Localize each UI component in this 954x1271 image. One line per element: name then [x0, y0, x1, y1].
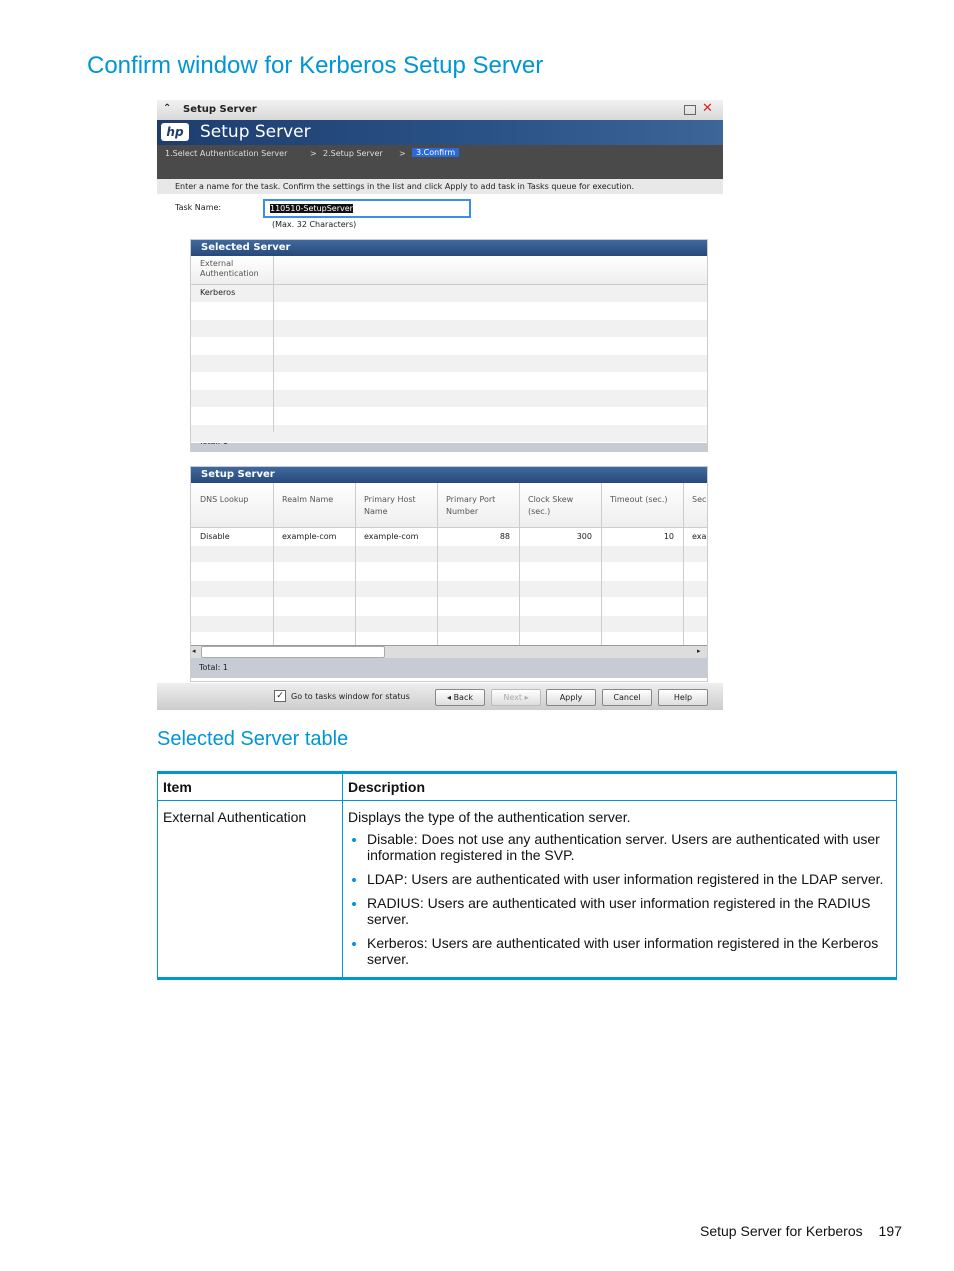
- scroll-left-icon[interactable]: ◂: [192, 647, 196, 655]
- task-name-hint: (Max. 32 Characters): [272, 220, 357, 229]
- selected-server-grid: Selected Server External Authentication …: [190, 239, 708, 452]
- close-icon[interactable]: ✕: [702, 101, 713, 116]
- grid-title: Setup Server: [191, 467, 707, 483]
- help-button[interactable]: Help: [658, 689, 708, 706]
- horizontal-scrollbar[interactable]: ◂ ▸: [191, 645, 707, 658]
- grid-body: Kerberos: [191, 285, 707, 443]
- breadcrumb-separator: >: [399, 149, 406, 158]
- window-title: Setup Server: [183, 104, 257, 115]
- section-heading: Selected Server table: [157, 728, 349, 750]
- description-text: Displays the type of the authentication …: [348, 809, 631, 825]
- column-header-external-authentication: External Authentication: [200, 259, 259, 278]
- cancel-button[interactable]: Cancel: [602, 689, 652, 706]
- document-page: Confirm window for Kerberos Setup Server…: [0, 0, 954, 1271]
- list-item: Disable: Does not use any authentication…: [367, 831, 891, 863]
- header-description: Description: [342, 772, 897, 801]
- footer-text: Setup Server for Kerberos: [700, 1223, 863, 1239]
- breadcrumb-step-2: 2.Setup Server: [323, 149, 383, 158]
- column-header: External Authentication: [191, 256, 707, 285]
- banner-title: Setup Server: [200, 122, 311, 142]
- window-footer: ✓ Go to tasks window for status ◂ Back N…: [157, 683, 723, 710]
- list-item: Kerberos: Users are authenticated with u…: [367, 935, 891, 967]
- column-header: DNS Lookup Realm Name Primary Host Name Pri…: [191, 483, 707, 528]
- cell: Disable: [200, 532, 230, 541]
- breadcrumb-step-1: 1.Select Authentication Server: [165, 149, 288, 158]
- column-header-cell: Primary Host Name: [364, 495, 416, 516]
- page-heading: Confirm window for Kerberos Setup Server: [87, 52, 544, 79]
- list-item: LDAP: Users are authenticated with user …: [367, 871, 891, 887]
- column-header-cell: Primary Port Number: [446, 495, 496, 516]
- scroll-right-icon[interactable]: ▸: [697, 647, 701, 655]
- cell: example-com: [282, 532, 337, 541]
- column-header-cell: DNS Lookup: [200, 495, 249, 504]
- next-label: Next: [503, 693, 523, 702]
- page-footer: Setup Server for Kerberos 197: [700, 1223, 902, 1239]
- window-titlebar: ⌃ Setup Server ✕: [157, 100, 723, 120]
- description-cell: Displays the type of the authentication …: [342, 800, 897, 979]
- column-header-cell: Clock Skew (sec.): [528, 495, 574, 516]
- column-header-cell: Timeout (sec.): [610, 495, 668, 504]
- apply-button[interactable]: Apply: [546, 689, 596, 706]
- setup-server-grid: Setup Server DNS Lookup Realm Name Primary…: [190, 466, 708, 682]
- cell: exa: [692, 532, 707, 541]
- window-banner: hp Setup Server: [157, 120, 723, 145]
- list-item: RADIUS: Users are authenticated with use…: [367, 895, 891, 927]
- hp-logo-icon: hp: [161, 123, 189, 141]
- breadcrumb-step-3-active: 3.Confirm: [412, 148, 460, 157]
- table-row: External Authentication Displays the typ…: [157, 800, 897, 979]
- cell: 300: [576, 532, 592, 541]
- back-label: Back: [453, 693, 473, 702]
- instruction-text: Enter a name for the task. Confirm the s…: [175, 182, 635, 191]
- breadcrumb-separator: >: [310, 149, 317, 158]
- grid-body: Disable example-com example-com 88 300 10 exa: [191, 528, 707, 651]
- table-row[interactable]: Kerberos: [191, 285, 707, 303]
- scrollbar-thumb[interactable]: [201, 646, 385, 658]
- cell: example-com: [364, 532, 419, 541]
- next-button[interactable]: Next ▸: [491, 689, 541, 706]
- checkbox-label: Go to tasks window for status: [291, 692, 410, 701]
- task-name-input[interactable]: 110510-SetupServer: [263, 199, 471, 218]
- column-header-cell: Realm Name: [282, 495, 334, 504]
- grid-total: Total: 1: [191, 658, 707, 678]
- column-header-cell: Sec Hos: [692, 495, 707, 504]
- table-row[interactable]: Disable example-com example-com 88 300 10 exa: [191, 528, 707, 546]
- grid-title: Selected Server: [191, 240, 707, 256]
- task-name-label: Task Name:: [175, 203, 222, 212]
- cell: 88: [499, 532, 510, 541]
- selected-server-table: Item Description External Authentication…: [157, 771, 897, 980]
- breadcrumb: 1.Select Authentication Server > 2.Setup…: [157, 145, 723, 179]
- collapse-icon[interactable]: ⌃: [163, 103, 171, 114]
- maximize-icon[interactable]: [684, 105, 696, 115]
- item-cell: External Authentication: [157, 800, 343, 979]
- back-button[interactable]: ◂ Back: [435, 689, 485, 706]
- header-item: Item: [157, 772, 343, 801]
- instruction-bar: Enter a name for the task. Confirm the s…: [157, 179, 723, 194]
- cell: Kerberos: [200, 288, 236, 297]
- task-name-value: 110510-SetupServer: [270, 204, 353, 213]
- cell: 10: [663, 532, 674, 541]
- setup-server-window: ⌃ Setup Server ✕ hp Setup Server 1.Selec…: [157, 100, 723, 710]
- page-number: 197: [878, 1223, 902, 1239]
- status-checkbox[interactable]: ✓: [274, 690, 286, 702]
